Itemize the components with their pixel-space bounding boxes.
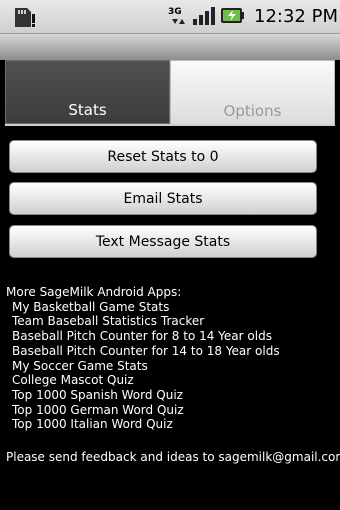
list-item[interactable]: My Soccer Game Stats bbox=[6, 359, 280, 374]
list-item[interactable]: Baseball Pitch Counter for 8 to 14 Year … bbox=[6, 329, 280, 344]
tab-bar: Stats Options bbox=[5, 60, 335, 124]
sd-card-notification-icon[interactable] bbox=[12, 6, 38, 28]
tab-label: Options bbox=[223, 102, 282, 120]
tab-options[interactable]: Options bbox=[170, 60, 335, 124]
feedback-text: Please send feedback and ideas to sagemi… bbox=[6, 450, 340, 464]
list-item[interactable]: Top 1000 Spanish Word Quiz bbox=[6, 388, 280, 403]
list-item[interactable]: College Mascot Quiz bbox=[6, 373, 280, 388]
status-bar: 3G 12:32 PM bbox=[0, 0, 340, 34]
list-item[interactable]: My Basketball Game Stats bbox=[6, 300, 280, 315]
battery-charging-icon bbox=[220, 4, 245, 30]
list-item[interactable]: Top 1000 Italian Word Quiz bbox=[6, 417, 280, 432]
tab-label: Stats bbox=[68, 101, 107, 119]
list-item[interactable]: Top 1000 German Word Quiz bbox=[6, 403, 280, 418]
3g-network-icon: 3G bbox=[168, 6, 188, 28]
list-item[interactable]: Baseball Pitch Counter for 14 to 18 Year… bbox=[6, 344, 280, 359]
tab-divider bbox=[5, 124, 335, 126]
clock: 12:32 PM bbox=[254, 6, 338, 27]
title-bar bbox=[0, 34, 340, 60]
email-stats-button[interactable]: Email Stats bbox=[9, 182, 317, 215]
text-message-stats-button[interactable]: Text Message Stats bbox=[9, 225, 317, 258]
signal-strength-icon bbox=[192, 4, 216, 30]
reset-stats-button[interactable]: Reset Stats to 0 bbox=[9, 140, 317, 173]
more-apps-heading: More SageMilk Android Apps: bbox=[6, 285, 182, 299]
tab-stats[interactable]: Stats bbox=[5, 60, 170, 124]
list-item[interactable]: Team Baseball Statistics Tracker bbox=[6, 314, 280, 329]
more-apps-list: More SageMilk Android Apps: My Basketbal… bbox=[6, 285, 280, 432]
